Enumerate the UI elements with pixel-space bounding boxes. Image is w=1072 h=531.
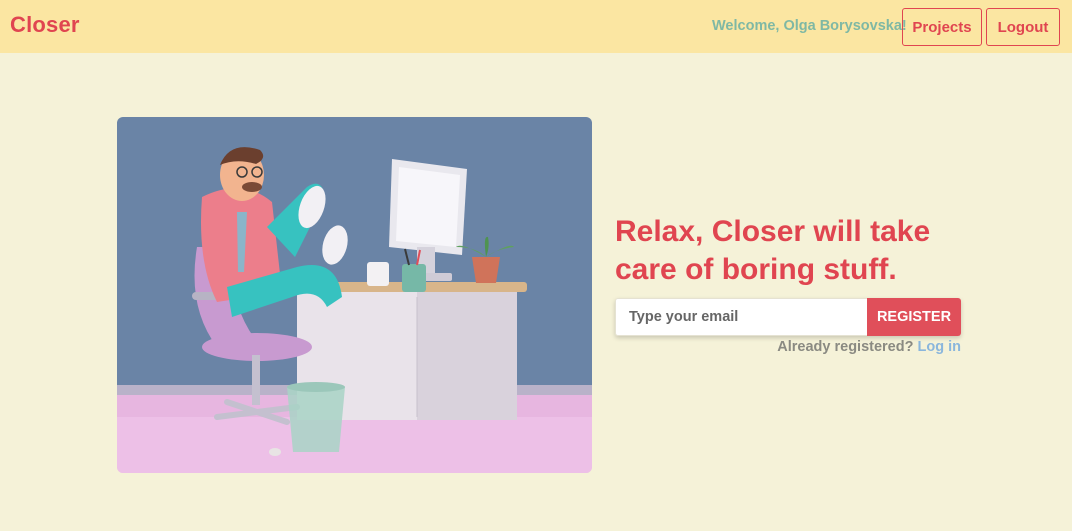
- logout-button[interactable]: Logout: [986, 8, 1060, 46]
- register-button[interactable]: REGISTER: [867, 298, 961, 336]
- already-registered: Already registered? Log in: [615, 339, 961, 355]
- headline-line-1: Relax, Closer will take: [615, 215, 931, 248]
- navbar: Closer Welcome, Olga Borysovska! Project…: [0, 0, 1072, 53]
- login-link[interactable]: Log in: [918, 339, 962, 355]
- email-input[interactable]: [615, 298, 867, 336]
- welcome-text: Welcome, Olga Borysovska!: [712, 18, 907, 34]
- headline-line-2: care of boring stuff.: [615, 253, 897, 286]
- hero-illustration: [117, 117, 592, 473]
- signup-form: REGISTER: [615, 298, 961, 336]
- already-registered-text: Already registered?: [777, 339, 914, 355]
- hero-headline: Relax, Closer will take care of boring s…: [615, 213, 975, 289]
- brand-logo[interactable]: Closer: [10, 12, 80, 38]
- projects-button[interactable]: Projects: [902, 8, 982, 46]
